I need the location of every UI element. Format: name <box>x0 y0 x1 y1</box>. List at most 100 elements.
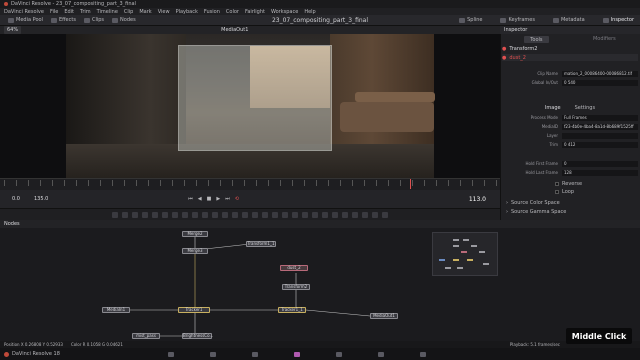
tool-icon[interactable] <box>232 211 238 218</box>
loop-icon[interactable]: ⟲ <box>235 196 239 202</box>
play-icon[interactable]: ▶ <box>216 196 220 202</box>
tool-icon[interactable] <box>212 211 218 218</box>
item-enable-icon[interactable]: ● <box>502 55 506 61</box>
range-end[interactable]: 135.0 <box>34 196 48 202</box>
nodes-title: Nodes <box>4 221 20 227</box>
menu-item-color[interactable]: Color <box>226 9 239 15</box>
tab-tools[interactable]: Tools <box>524 36 549 43</box>
tool-icon[interactable] <box>192 211 198 218</box>
fusion-page-icon[interactable] <box>293 351 300 357</box>
menu-item-timeline[interactable]: Timeline <box>97 9 118 15</box>
tool-icon[interactable] <box>152 211 158 218</box>
scene-pipe <box>340 102 434 132</box>
deliver-page-icon[interactable] <box>419 351 426 357</box>
tool-icon[interactable] <box>182 211 188 218</box>
tool-icon[interactable] <box>292 211 298 218</box>
section-source-color-space[interactable]: › Source Color Space <box>506 200 560 206</box>
skip-end-icon[interactable]: ⏭ <box>225 196 230 202</box>
playhead[interactable] <box>410 179 411 189</box>
range-start[interactable]: 0.0 <box>12 196 20 202</box>
menu-item-trim[interactable]: Trim <box>80 9 91 15</box>
minimap-nodes <box>439 239 489 269</box>
viewer-label: MediaOut1 <box>221 27 249 33</box>
checkbox-reverse[interactable]: Reverse <box>555 181 582 187</box>
field-media-id: MediaID f23-4b0e-4ba4-8a1d-8b689f1525ff <box>502 123 638 130</box>
tool-icon[interactable] <box>172 211 178 218</box>
color-page-icon[interactable] <box>335 351 342 357</box>
menu-item-playback[interactable]: Playback <box>176 9 198 15</box>
current-frame[interactable]: 113.0 <box>469 196 486 203</box>
tool-icon[interactable] <box>352 211 358 218</box>
tool-icon[interactable] <box>142 211 148 218</box>
zoom-dropdown[interactable]: 64% <box>4 26 22 34</box>
ruler-ticks <box>4 180 498 186</box>
node-mediain1[interactable]: MediaIn1 <box>102 307 130 313</box>
node-mediaout1[interactable]: MediaOut1 <box>370 313 398 319</box>
node-minimap[interactable] <box>432 232 498 276</box>
media-page-icon[interactable] <box>167 351 174 357</box>
cut-page-icon[interactable] <box>209 351 216 357</box>
fairlight-page-icon[interactable] <box>377 351 384 357</box>
node-tracker1-1[interactable]: Tracker1_1 <box>278 307 306 313</box>
item-enable-icon[interactable]: ● <box>502 46 506 52</box>
menu-item-workspace[interactable]: Workspace <box>271 9 298 15</box>
subtab-settings[interactable]: Settings <box>575 105 596 111</box>
checkbox-icon[interactable] <box>555 190 559 194</box>
stop-icon[interactable]: ■ <box>207 196 212 202</box>
node-tracker1[interactable]: Tracker1 <box>178 307 210 313</box>
play-reverse-icon[interactable]: ◀ <box>198 196 202 202</box>
skip-start-icon[interactable]: ⏮ <box>188 196 193 202</box>
menu-item-help[interactable]: Help <box>304 9 315 15</box>
node-transform1-1[interactable]: Transform1_1 <box>246 241 276 247</box>
tool-icon[interactable] <box>382 211 388 218</box>
node-dust-2[interactable]: dust_2 <box>280 265 308 271</box>
tool-icon[interactable] <box>122 211 128 218</box>
tool-icon[interactable] <box>252 211 258 218</box>
menu-item-fairlight[interactable]: Fairlight <box>245 9 265 15</box>
window-titlebar: DaVinci Resolve - 23_07_compositing_part… <box>0 0 640 8</box>
menu-item-file[interactable]: File <box>50 9 58 15</box>
tool-icon[interactable] <box>202 211 208 218</box>
mask-overlay[interactable] <box>178 45 332 151</box>
menu-item-davinci-resolve[interactable]: DaVinci Resolve <box>4 9 44 15</box>
node-transform2[interactable]: Transform2 <box>282 284 310 290</box>
tool-icon[interactable] <box>132 211 138 218</box>
subtab-image[interactable]: Image <box>545 105 561 111</box>
tab-modifiers[interactable]: Modifiers <box>593 36 616 43</box>
tool-icon[interactable] <box>332 211 338 218</box>
inspector-item-dust[interactable]: ● dust_2 <box>502 54 638 61</box>
tool-icon[interactable] <box>282 211 288 218</box>
tool-icon[interactable] <box>372 211 378 218</box>
main-toolbar: Media Pool Effects Clips Nodes 23_07_com… <box>0 15 640 26</box>
checkbox-icon[interactable] <box>555 182 559 186</box>
checkbox-loop[interactable]: Loop <box>555 189 574 195</box>
node-mist-pass[interactable]: mist_pass <box>132 333 160 339</box>
key-overlay: Middle Click <box>566 328 632 344</box>
menu-item-mark[interactable]: Mark <box>139 9 151 15</box>
node-merge3[interactable]: Merge3 <box>182 248 208 254</box>
edit-page-icon[interactable] <box>251 351 258 357</box>
inspector-item-transform2[interactable]: ● Transform2 <box>502 45 638 52</box>
node-merge2[interactable]: Merge2 <box>182 231 208 237</box>
menu-item-edit[interactable]: Edit <box>64 9 74 15</box>
tool-icon[interactable] <box>262 211 268 218</box>
tool-icon[interactable] <box>312 211 318 218</box>
menu-item-clip[interactable]: Clip <box>124 9 133 15</box>
tool-icon[interactable] <box>322 211 328 218</box>
tool-icon[interactable] <box>272 211 278 218</box>
tool-icon[interactable] <box>222 211 228 218</box>
menu-item-view[interactable]: View <box>158 9 170 15</box>
menu-item-fusion[interactable]: Fusion <box>204 9 220 15</box>
inspector-subtabs: Image Settings <box>502 97 638 111</box>
tool-icon[interactable] <box>302 211 308 218</box>
field-process-mode: Process Mode Full Frames <box>502 114 638 121</box>
tool-icon[interactable] <box>362 211 368 218</box>
node-editor[interactable]: Merge2 Merge3 Transform1_1 dust_2 Transf… <box>0 228 640 341</box>
tool-icon[interactable] <box>112 211 118 218</box>
tool-icon[interactable] <box>162 211 168 218</box>
section-source-gamma-space[interactable]: › Source Gamma Space <box>506 209 566 215</box>
tool-icon[interactable] <box>242 211 248 218</box>
tool-icon[interactable] <box>342 211 348 218</box>
node-brightness-contrast[interactable]: BrightnessCo... <box>182 333 213 339</box>
chevron-right-icon: › <box>506 209 508 215</box>
